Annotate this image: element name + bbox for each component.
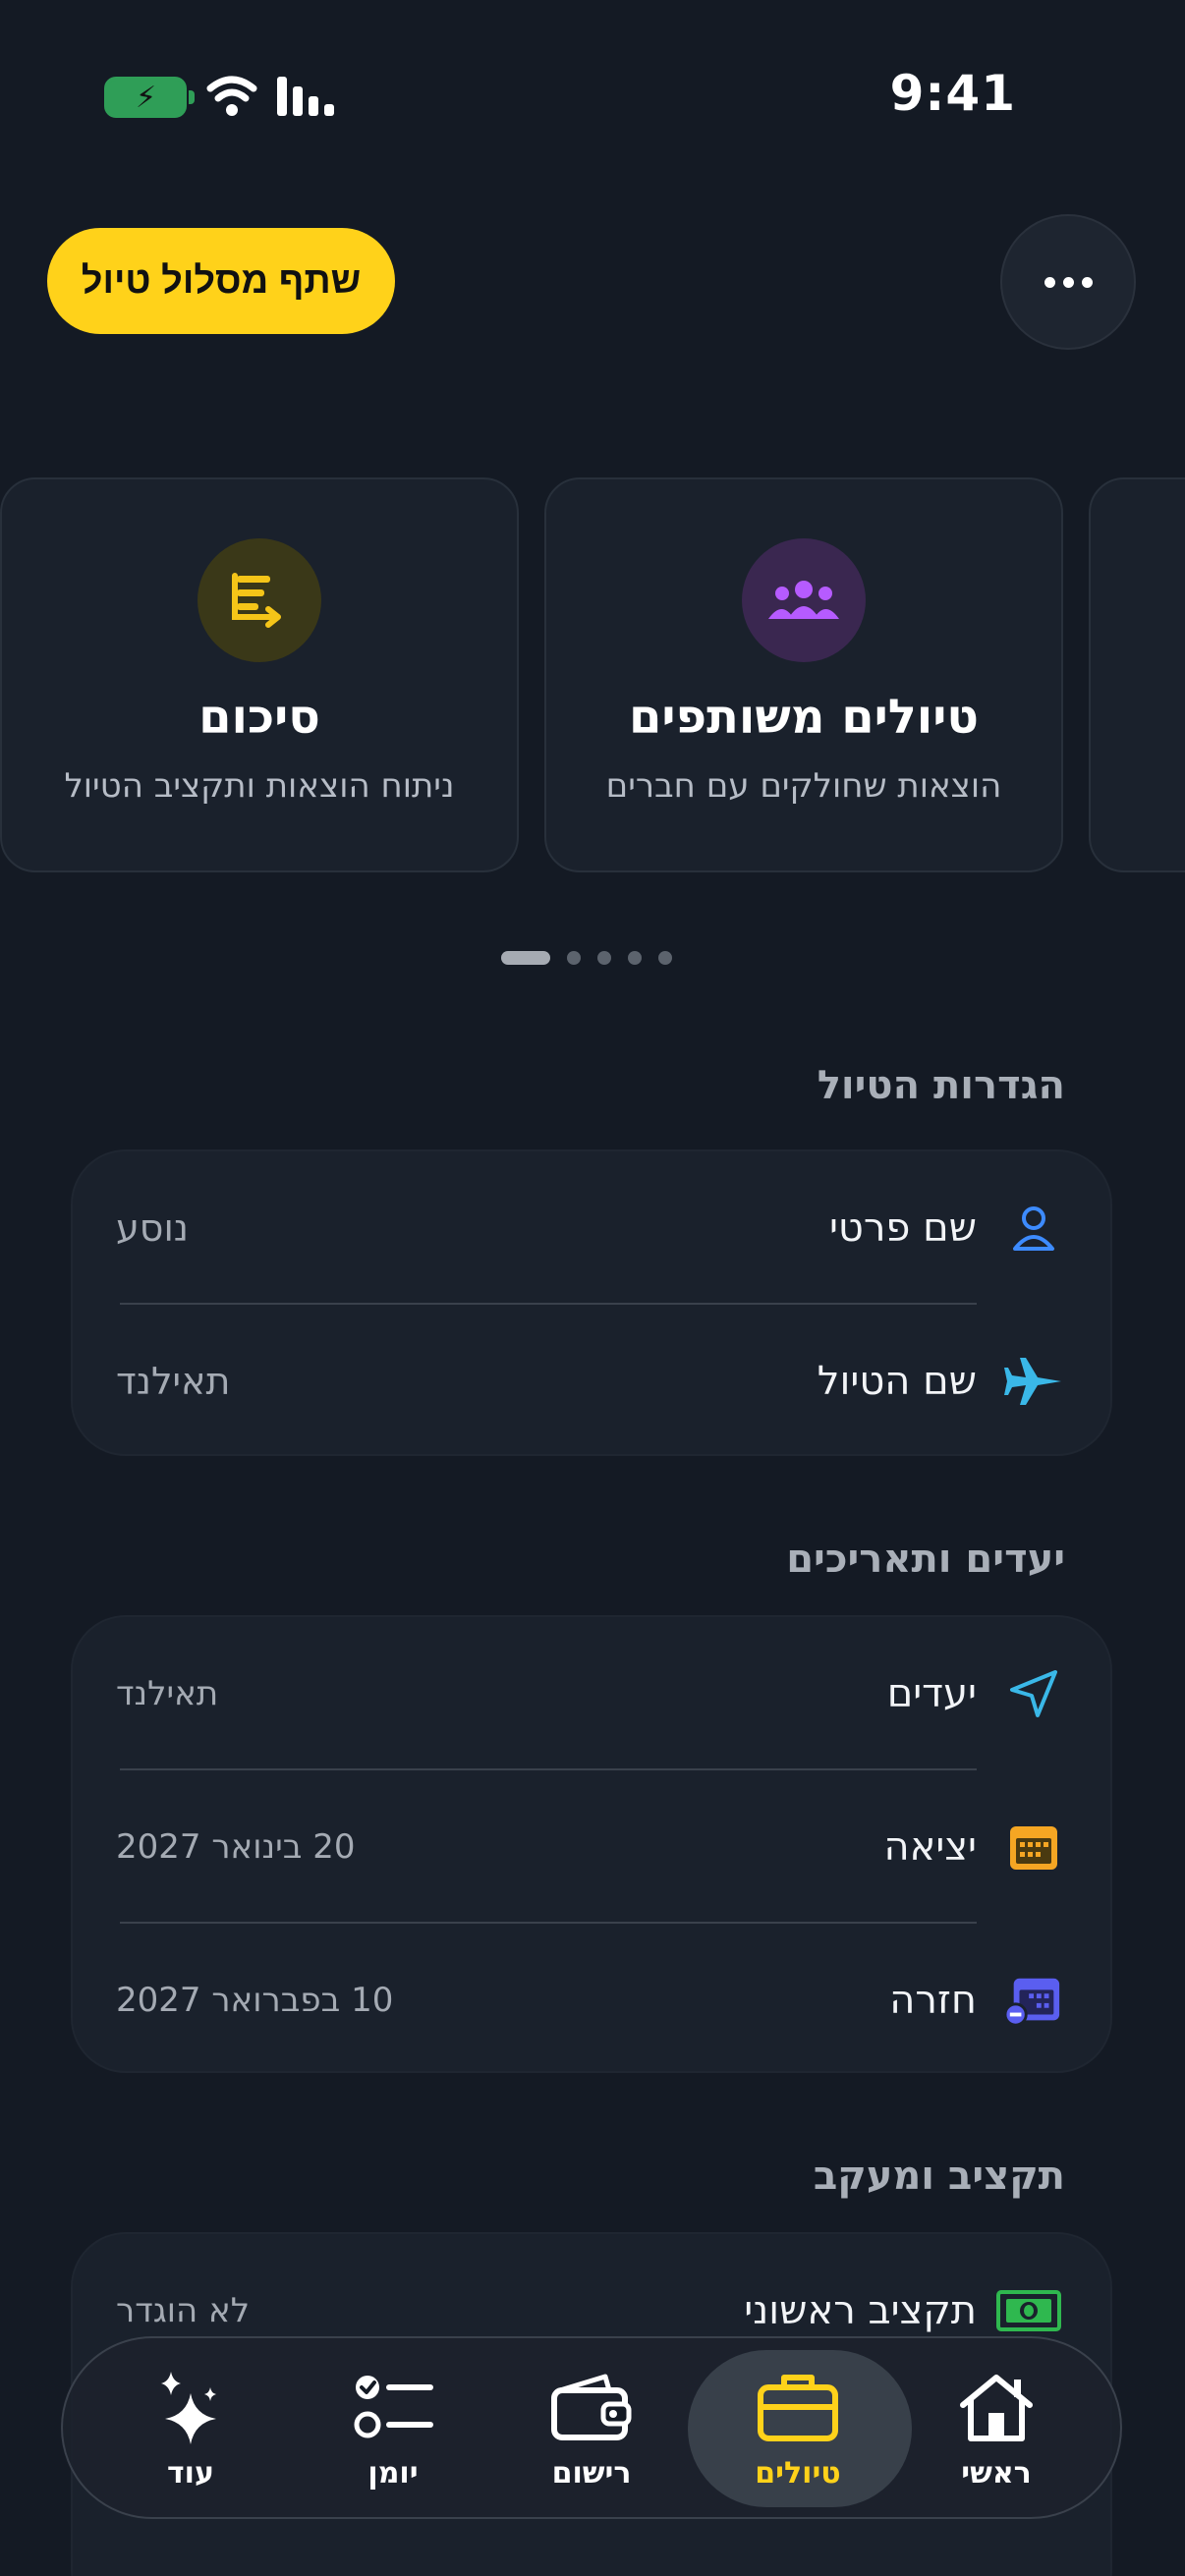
group-people-icon	[742, 538, 866, 662]
shared-trips-card[interactable]: טיולים משותפים הוצאות שחולקים עם חברים	[544, 477, 1063, 872]
carousel-page-indicator[interactable]	[501, 951, 672, 965]
shared-trips-card-title: טיולים משותפים	[628, 690, 980, 745]
tab-journal-label: יומן	[367, 2456, 419, 2491]
departure-label: יציאה	[883, 1824, 978, 1870]
home-icon	[952, 2368, 1041, 2446]
initial-budget-value: לא הוגדר	[116, 2291, 251, 2330]
trip-name-value: תאילנד	[116, 1360, 231, 1403]
departure-row[interactable]: יציאה 20 בינואר 2027	[73, 1770, 1114, 1924]
page-dot-active[interactable]	[501, 951, 550, 965]
tab-more[interactable]: עוד	[92, 2338, 289, 2521]
first-name-value: נוסע	[116, 1206, 190, 1250]
page-dot[interactable]	[597, 951, 611, 965]
summary-card[interactable]: סיכום ניתוח הוצאות ותקציב הטיול	[0, 477, 519, 872]
destinations-panel: יעדים תאילנד יציאה 20 בינואר 2027 חזרה 1…	[71, 1615, 1112, 2073]
trip-name-row[interactable]: שם הטיול תאילנד	[73, 1305, 1114, 1458]
wallet-icon	[547, 2368, 636, 2446]
status-time: 9:41	[889, 65, 1016, 122]
departure-value: 20 בינואר 2027	[116, 1827, 356, 1867]
page-dot[interactable]	[658, 951, 672, 965]
trip-name-label: שם הטיול	[817, 1359, 977, 1404]
tab-trips-label: טיולים	[755, 2456, 841, 2491]
return-row[interactable]: חזרה 10 בפברואר 2027	[73, 1924, 1114, 2077]
destinations-row[interactable]: יעדים תאילנד	[73, 1617, 1114, 1770]
partial-next-card[interactable]	[1089, 477, 1185, 872]
destinations-value: תאילנד	[116, 1674, 219, 1713]
tab-record[interactable]: רישום	[493, 2338, 690, 2521]
sparkles-icon	[146, 2368, 235, 2446]
summary-list-icon	[198, 538, 321, 662]
tab-record-label: רישום	[551, 2456, 632, 2491]
banknote-icon	[994, 2281, 1063, 2340]
page-dot[interactable]	[567, 951, 581, 965]
app-screen: ⚡ 9:41 שתף מסלול טיול סיכום ניתוח הוצאות…	[0, 0, 1185, 2576]
navigation-arrow-icon	[1004, 1664, 1063, 1723]
calendar-minus-icon	[1004, 1971, 1063, 2030]
budget-title: תקציב ומעקב	[813, 2154, 1065, 2199]
more-options-button[interactable]	[1000, 214, 1136, 350]
suitcase-icon	[754, 2368, 842, 2446]
person-icon	[1004, 1199, 1063, 1258]
initial-budget-label: תקציב ראשוני	[744, 2288, 977, 2333]
shared-trips-card-subtitle: הוצאות שחולקים עם חברים	[605, 766, 1002, 806]
tab-home-label: ראשי	[961, 2456, 1032, 2491]
checklist-icon	[349, 2368, 437, 2446]
battery-charging-icon: ⚡	[104, 77, 195, 118]
tab-journal[interactable]: יומן	[295, 2338, 491, 2521]
cellular-signal-icon	[277, 75, 338, 116]
share-itinerary-button[interactable]: שתף מסלול טיול	[47, 228, 395, 334]
trip-settings-title: הגדרות הטיול	[817, 1063, 1065, 1108]
summary-card-title: סיכום	[198, 690, 320, 745]
first-name-label: שם פרטי	[828, 1205, 977, 1251]
return-label: חזרה	[889, 1978, 977, 2023]
page-dot[interactable]	[628, 951, 642, 965]
summary-card-subtitle: ניתוח הוצאות ותקציב הטיול	[64, 766, 455, 806]
wifi-icon	[206, 76, 257, 116]
bottom-tab-bar: ראשי טיולים רישום יומן עוד	[61, 2336, 1122, 2519]
destinations-title: יעדים ותאריכים	[786, 1537, 1065, 1582]
airplane-icon	[1004, 1352, 1063, 1411]
tab-more-label: עוד	[167, 2456, 214, 2491]
ellipsis-icon	[1044, 276, 1055, 288]
tab-trips[interactable]: טיולים	[688, 2338, 912, 2521]
status-bar: ⚡ 9:41	[0, 0, 1185, 196]
calendar-icon	[1004, 1818, 1063, 1876]
first-name-row[interactable]: שם פרטי נוסע	[73, 1151, 1114, 1305]
destinations-label: יעדים	[886, 1671, 977, 1716]
trip-settings-panel: שם פרטי נוסע שם הטיול תאילנד	[71, 1149, 1112, 1456]
return-value: 10 בפברואר 2027	[116, 1981, 394, 2020]
tab-home[interactable]: ראשי	[898, 2338, 1095, 2521]
